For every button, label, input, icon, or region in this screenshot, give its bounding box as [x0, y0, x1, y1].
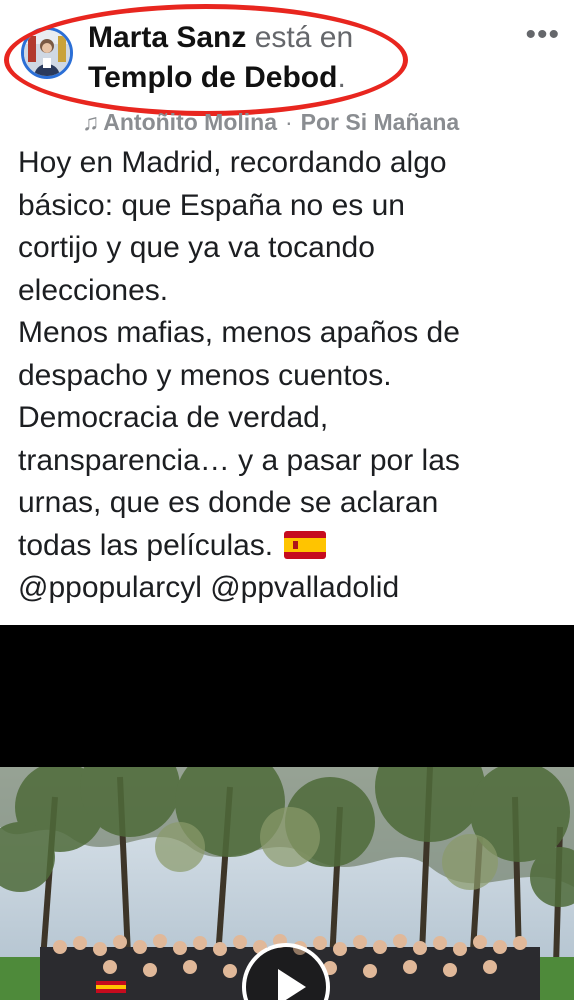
- author-name[interactable]: Marta Sanz: [88, 21, 246, 54]
- post-line: básico: que España no es un: [18, 188, 405, 222]
- post-line: elecciones.: [18, 273, 169, 307]
- music-song: Por Si Mañana: [300, 109, 460, 135]
- more-horizontal-icon: •••: [525, 18, 560, 51]
- more-options-button[interactable]: •••: [525, 20, 560, 50]
- post-line-with-flag: todas las películas.: [18, 525, 558, 568]
- checkin-location[interactable]: Templo de Debod: [88, 61, 337, 94]
- post-line: despacho y menos cuentos.: [18, 358, 392, 392]
- facebook-post: Marta Sanz está en Templo de Debod. ••• …: [0, 0, 574, 1000]
- music-note-icon: ♫: [82, 109, 100, 135]
- post-line: transparencia… y a pasar por las: [18, 443, 460, 477]
- post-header: Marta Sanz está en Templo de Debod. ••• …: [0, 0, 574, 140]
- author-avatar[interactable]: [21, 27, 73, 79]
- play-icon: [278, 969, 306, 1000]
- music-separator: ·: [285, 109, 293, 135]
- profile-photo-icon: [24, 30, 70, 76]
- post-line: Democracia de verdad,: [18, 401, 329, 434]
- post-header-text: Marta Sanz está en Templo de Debod.: [88, 18, 428, 98]
- post-body: Hoy en Madrid, recordando algo básico: q…: [18, 142, 558, 610]
- post-line: Menos mafias, menos apaños de: [18, 316, 460, 349]
- header-period: .: [337, 61, 346, 94]
- video-player[interactable]: [0, 625, 574, 1000]
- checkin-verb: está en: [254, 21, 354, 54]
- music-attachment[interactable]: ♫ Antoñito Molina · Por Si Mañana: [82, 108, 459, 136]
- post-line: cortijo y que ya va tocando: [18, 231, 375, 264]
- post-mentions[interactable]: @ppopularcyl @ppvalladolid: [18, 567, 558, 610]
- post-line: todas las películas.: [18, 528, 274, 562]
- music-artist: Antoñito Molina: [103, 109, 277, 135]
- spain-flag-icon: [283, 529, 326, 559]
- video-letterbox: [0, 625, 574, 767]
- post-line: Hoy en Madrid, recordando algo: [18, 146, 447, 179]
- post-line: urnas, que es donde se aclaran: [18, 486, 439, 519]
